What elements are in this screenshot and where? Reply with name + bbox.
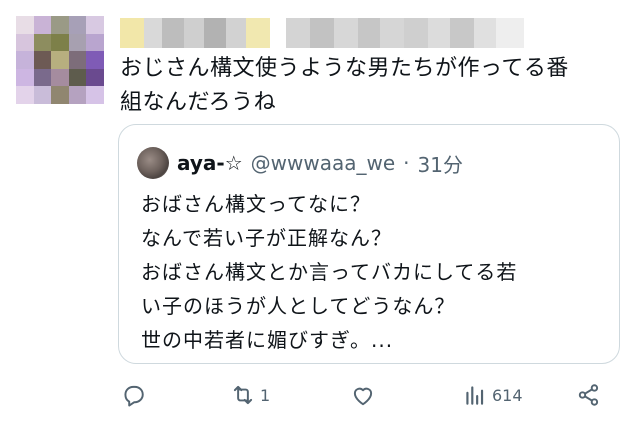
- quoted-tweet-text: おばさん構文ってなに？ なんで若い子が正解なん？ おばさん構文とか言ってバカにし…: [141, 187, 611, 357]
- share-button[interactable]: [576, 382, 602, 408]
- quoted-text-line: おばさん構文とか言ってバカにしてる若: [141, 260, 518, 284]
- tweet-actions-bar: 1 614: [0, 376, 640, 416]
- tweet-text: おじさん構文使うような男たちが作ってる番 組なんだろうね: [120, 52, 620, 120]
- author-name-blurred[interactable]: [120, 18, 524, 48]
- quoted-text-line: 世の中若者に媚びすぎ。...: [141, 328, 394, 352]
- reply-button[interactable]: [120, 382, 146, 408]
- quoted-tweet-header: aya-☆ @wwwaaa_we · 31分: [137, 147, 463, 179]
- avatar-pixelated[interactable]: [16, 16, 104, 104]
- share-icon: [578, 384, 599, 406]
- heart-icon: [353, 387, 373, 406]
- quoted-author-name[interactable]: aya-☆: [177, 151, 243, 175]
- retweet-icon: [233, 385, 253, 405]
- quoted-timestamp[interactable]: 31分: [418, 149, 463, 178]
- tweet-text-line: おじさん構文使うような男たちが作ってる番: [120, 56, 569, 81]
- views-icon: [466, 386, 484, 405]
- views-button[interactable]: 614: [462, 382, 523, 408]
- quoted-text-line: い子のほうが人としてどうなん？: [141, 294, 456, 318]
- like-button[interactable]: [350, 382, 376, 408]
- quoted-author-handle[interactable]: @wwwaaa_we: [251, 151, 396, 175]
- views-count: 614: [492, 385, 523, 405]
- retweet-button[interactable]: 1: [230, 382, 270, 408]
- reply-icon: [124, 385, 144, 407]
- retweet-count: 1: [260, 385, 271, 405]
- quoted-avatar[interactable]: [137, 147, 169, 179]
- quoted-tweet-card[interactable]: aya-☆ @wwwaaa_we · 31分 おばさん構文ってなに？ なんで若い…: [118, 124, 620, 364]
- separator-dot: ·: [403, 151, 410, 175]
- tweet-text-line: 組なんだろうね: [120, 90, 277, 115]
- quoted-text-line: おばさん構文ってなに？: [141, 192, 371, 216]
- quoted-text-line: なんで若い子が正解なん？: [141, 226, 392, 250]
